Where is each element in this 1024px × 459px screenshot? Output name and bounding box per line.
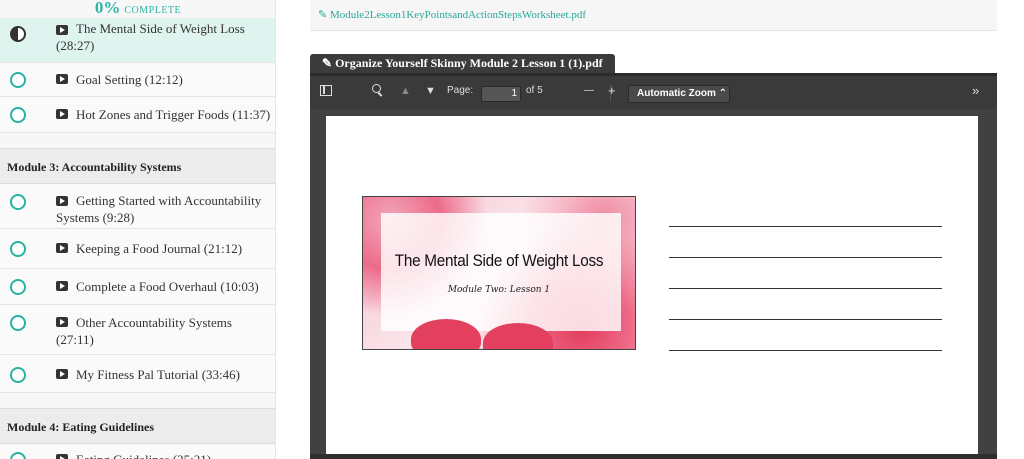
writing-line — [669, 319, 942, 320]
course-progress: 0% COMPLETE — [0, 0, 275, 18]
zoom-select[interactable]: Automatic Zoom ⌃ — [628, 85, 730, 103]
sidebar-toggle-icon[interactable] — [320, 85, 332, 96]
incomplete-circle-icon[interactable] — [10, 194, 26, 210]
incomplete-circle-icon[interactable] — [10, 279, 26, 295]
attachment-link[interactable]: ✎ Module2Lesson1KeyPointsandActionStepsW… — [318, 8, 586, 21]
lesson-item-eating-guidelines[interactable]: Eating Guidelines (25:21) — [0, 444, 275, 459]
incomplete-circle-icon[interactable] — [10, 315, 26, 331]
zoom-in-button[interactable]: + — [608, 83, 616, 98]
lesson-item-hot-zones[interactable]: Hot Zones and Trigger Foods (11:37) — [0, 97, 275, 133]
page-label: Page: — [447, 85, 474, 96]
lesson-title: My Fitness Pal Tutorial (33:46) — [76, 367, 240, 382]
lesson-title: Complete a Food Overhaul (10:03) — [76, 279, 259, 294]
chevron-updown-icon: ⌃ — [718, 88, 728, 99]
pdf-page: The Mental Side of Weight Loss Module Tw… — [326, 116, 978, 459]
writing-line — [669, 288, 942, 289]
pdf-toolbar: ▲ ▼ Page: 1 of 5 — + Automatic Zoom ⌃ » — [310, 76, 997, 109]
zoom-out-button[interactable]: — — [584, 85, 594, 96]
paperclip-icon: ✎ — [322, 56, 336, 70]
course-sidebar: 0% COMPLETE The Mental Side of Weight Lo… — [0, 0, 276, 459]
progress-label: COMPLETE — [124, 5, 182, 16]
half-complete-icon — [10, 26, 26, 42]
progress-percent: 0% — [94, 0, 121, 17]
lesson-title: The Mental Side of Weight Loss (28:27) — [56, 21, 245, 53]
lesson-title: Hot Zones and Trigger Foods (11:37) — [76, 107, 271, 122]
cover-text-box — [381, 213, 621, 331]
lesson-item-other-accountability[interactable]: Other Accountability Systems (27:11) — [0, 305, 275, 355]
cover-title: The Mental Side of Weight Loss — [394, 251, 604, 270]
writing-line — [669, 350, 942, 351]
previous-page-icon[interactable]: ▲ — [400, 85, 411, 97]
page-number-input[interactable]: 1 — [481, 86, 521, 102]
zoom-select-value: Automatic Zoom — [637, 88, 716, 99]
writing-line — [669, 226, 942, 227]
incomplete-circle-icon[interactable] — [10, 367, 26, 383]
writing-line — [669, 257, 942, 258]
lesson-item-food-overhaul[interactable]: Complete a Food Overhaul (10:03) — [0, 269, 275, 305]
lesson-item-food-journal[interactable]: Keeping a Food Journal (21:12) — [0, 229, 275, 269]
attachment-bar: ✎ Module2Lesson1KeyPointsandActionStepsW… — [310, 0, 997, 31]
lesson-title: Eating Guidelines (25:21) — [56, 451, 272, 459]
module-4-header[interactable]: Module 4: Eating Guidelines — [0, 408, 275, 444]
search-icon[interactable] — [372, 84, 381, 93]
lesson-item-mental-side[interactable]: The Mental Side of Weight Loss (28:27) — [0, 18, 275, 63]
pdf-viewer[interactable]: ▲ ▼ Page: 1 of 5 — + Automatic Zoom ⌃ » … — [310, 73, 997, 459]
pdf-title: Organize Yourself Skinny Module 2 Lesson… — [335, 56, 603, 70]
incomplete-circle-icon[interactable] — [10, 72, 26, 88]
lesson-title: Goal Setting (12:12) — [76, 72, 183, 87]
next-page-icon[interactable]: ▼ — [425, 85, 436, 97]
lesson-item-my-fitness-pal[interactable]: My Fitness Pal Tutorial (33:46) — [0, 355, 275, 393]
cover-image: The Mental Side of Weight Loss Module Tw… — [362, 196, 636, 350]
incomplete-circle-icon[interactable] — [10, 107, 26, 123]
pdf-title-tab: ✎ Organize Yourself Skinny Module 2 Less… — [310, 54, 615, 73]
module-3-header[interactable]: Module 3: Accountability Systems — [0, 148, 275, 184]
attachment-link-text[interactable]: Module2Lesson1KeyPointsandActionStepsWor… — [330, 9, 586, 21]
tools-menu-button[interactable]: » — [972, 83, 979, 98]
cover-subtitle: Module Two: Lesson 1 — [447, 285, 551, 295]
lesson-item-getting-started[interactable]: Getting Started with Accountability Syst… — [0, 184, 275, 229]
viewer-bottom-border — [310, 454, 997, 459]
incomplete-circle-icon[interactable] — [10, 241, 26, 257]
lesson-title: Getting Started with Accountability Syst… — [56, 193, 262, 225]
lesson-item-goal-setting[interactable]: Goal Setting (12:12) — [0, 63, 275, 97]
lesson-title: Keeping a Food Journal (21:12) — [76, 241, 243, 256]
incomplete-circle-icon[interactable] — [10, 452, 26, 459]
lesson-title: Other Accountability Systems (27:11) — [56, 315, 232, 347]
page-total: of 5 — [526, 85, 543, 96]
